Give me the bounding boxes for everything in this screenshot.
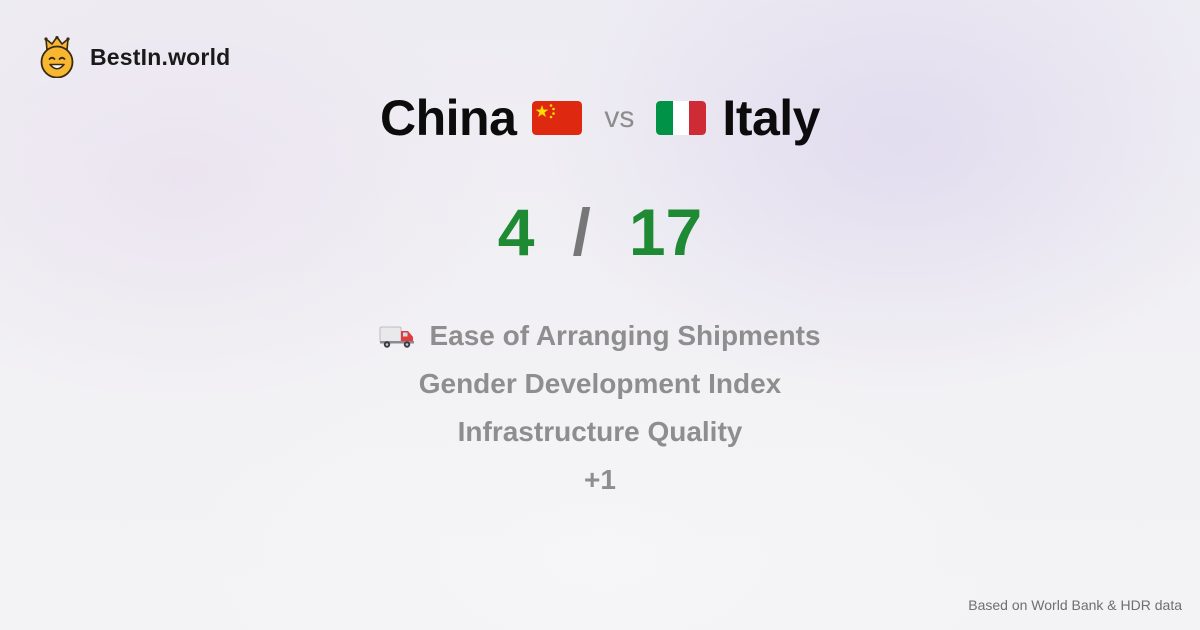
left-country-name: China (380, 90, 517, 146)
brand-name: BestIn.world (90, 43, 231, 70)
right-country-name: Italy (722, 90, 820, 146)
score: 4 / 17 (0, 192, 1200, 272)
left-score: 4 (497, 195, 535, 269)
score-divider: / (572, 195, 591, 269)
china-flag-icon (532, 101, 583, 135)
metric-label: Ease of Arranging Shipments (429, 320, 821, 351)
smiling-crown-face-icon (40, 36, 74, 78)
metric-item: Infrastructure Quality (458, 408, 743, 456)
truck-icon (379, 326, 415, 348)
metric-more-count: +1 (584, 456, 616, 504)
metrics-list: Ease of Arranging Shipments Gender Devel… (0, 312, 1200, 504)
versus-label: vs (604, 101, 635, 134)
data-source-note: Based on World Bank & HDR data (968, 597, 1182, 613)
metric-label: Gender Development Index (418, 368, 782, 399)
italy-flag-icon (656, 101, 707, 135)
metric-label: +1 (584, 464, 616, 495)
metric-item: Gender Development Index (419, 360, 782, 408)
metric-label: Infrastructure Quality (457, 416, 743, 447)
comparison-title: China vs Italy (0, 86, 1200, 150)
brand[interactable]: BestIn.world (38, 36, 230, 78)
metric-item: Ease of Arranging Shipments (379, 312, 821, 360)
right-score: 17 (628, 195, 703, 269)
